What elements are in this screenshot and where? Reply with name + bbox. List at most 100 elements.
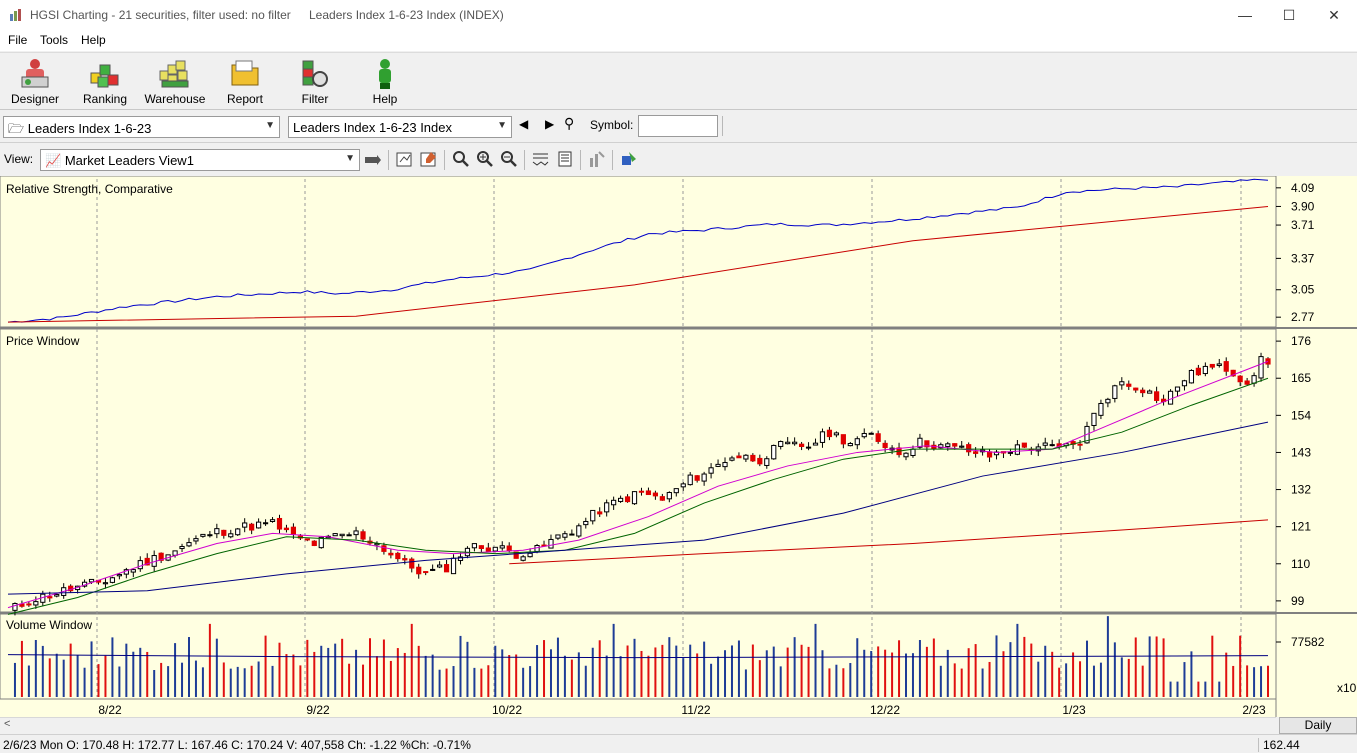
previous-arrow-icon[interactable]: ◀ [519,117,528,131]
candle-body [54,594,60,597]
menu-help[interactable]: Help [81,33,106,47]
candle-body [499,545,505,549]
main-toolbar: Designer Ranking Warehouse Report Filter [0,52,1357,110]
candle-body [966,444,972,453]
price-tick-label: 165 [1291,371,1311,385]
designer-button[interactable]: Designer [4,55,66,109]
candle-body [506,545,512,552]
scroll-left-icon[interactable]: < [4,718,10,730]
candle-body [1244,380,1250,385]
candle-body [450,557,457,575]
binoculars-icon[interactable]: ⚲ [564,115,574,132]
app-icon [10,9,21,21]
candle-body [179,545,185,550]
zoom-out-icon[interactable] [500,150,518,168]
help-label: Help [372,92,398,106]
candle-body [1133,387,1139,391]
folder-select[interactable]: 🗁 Leaders Index 1-6-23 ▼ [3,116,280,138]
candle-body [1119,381,1125,386]
candle-body [645,490,652,496]
symbol-input[interactable] [638,115,718,137]
edit-chart-icon[interactable] [396,150,414,168]
candle-body [826,429,833,438]
data-table-icon[interactable] [556,150,574,168]
candle-body [569,533,575,536]
candle-body [492,546,498,552]
period-button[interactable]: Daily [1279,717,1357,734]
candle-body [339,533,345,537]
chart-svg: 8/22 9/22 10/22 11/22 12/22 1/23 2/23 Relative … [0,176,1357,717]
candle-body [1258,356,1264,379]
candle-body [130,569,136,573]
next-arrow-icon[interactable]: ▶ [545,117,554,131]
candle-body [792,441,798,445]
app-title: HGSI Charting - 21 securities, filter us… [30,8,291,22]
candle-body [478,545,484,550]
candle-body [381,545,387,552]
candle-body [221,529,227,536]
zoom-in-icon[interactable] [476,150,494,168]
rs-tick-label: 3.71 [1291,218,1315,232]
candle-body [1167,390,1174,405]
price-tick-label: 121 [1291,520,1311,534]
compress-icon[interactable] [532,150,550,168]
candle-body [617,497,624,502]
candle-body [840,434,846,445]
date-tick-label: 11/22 [681,703,710,717]
candle-body [172,550,178,556]
candle-body [200,533,206,537]
minimize-button[interactable]: — [1222,0,1268,31]
chevron-down-icon: ▼ [497,120,507,131]
bar-chart-icon[interactable] [588,150,606,168]
symbol-label: Symbol: [590,118,634,132]
price-panel-title: Price Window [6,334,80,348]
chart-view-icon: 📈 [45,153,62,168]
price-tick-label: 154 [1291,408,1311,422]
report-button[interactable]: Report [214,55,276,109]
view-select-value: Market Leaders View1 [64,153,194,168]
ranking-label: Ranking [82,92,128,106]
search-icon[interactable] [452,150,470,168]
help-button[interactable]: Help [354,55,416,109]
candle-body [1007,451,1014,454]
view-select[interactable]: 📈 Market Leaders View1 ▼ [40,149,360,171]
ranking-icon [90,64,119,88]
candle-body [290,526,297,535]
candle-body [604,502,610,513]
date-tick-label: 12/22 [870,703,900,717]
folder-icon: 🗁 [8,121,25,136]
edit-indicator-icon[interactable] [420,150,438,168]
candle-body [701,473,707,482]
candle-body [102,582,109,585]
volume-panel-title: Volume Window [6,618,92,632]
separator [722,116,723,136]
candle-body [1042,442,1048,446]
view-settings-icon[interactable] [364,151,382,169]
candle-body [311,540,317,547]
security-select[interactable]: Leaders Index 1-6-23 Index ▼ [288,116,512,138]
candle-body [109,577,116,583]
candle-body [332,533,338,537]
warehouse-button[interactable]: Warehouse [144,55,206,109]
menu-file[interactable]: File [8,33,27,47]
maximize-button[interactable]: ☐ [1266,0,1312,31]
candle-body [952,443,958,447]
candle-body [1237,375,1243,383]
candle-body [805,446,812,449]
close-button[interactable]: ✕ [1311,0,1357,31]
rs-tick-label: 4.09 [1291,181,1315,195]
candle-body [1021,442,1027,448]
chart-area: 8/22 9/22 10/22 11/22 12/22 1/23 2/23 Relative … [0,176,1357,717]
candle-body [583,520,589,526]
filter-button[interactable]: Filter [284,55,346,109]
price-tick-label: 143 [1291,445,1311,459]
ranking-button[interactable]: Ranking [74,55,136,109]
candle-body [597,511,603,515]
candle-body [1126,383,1132,387]
candle-body [910,448,916,457]
candle-body [631,491,638,505]
paint-icon[interactable] [620,150,638,168]
horizontal-scrollbar[interactable]: < [0,717,1276,734]
menu-tools[interactable]: Tools [40,33,68,47]
price-tick-label: 132 [1291,483,1311,497]
